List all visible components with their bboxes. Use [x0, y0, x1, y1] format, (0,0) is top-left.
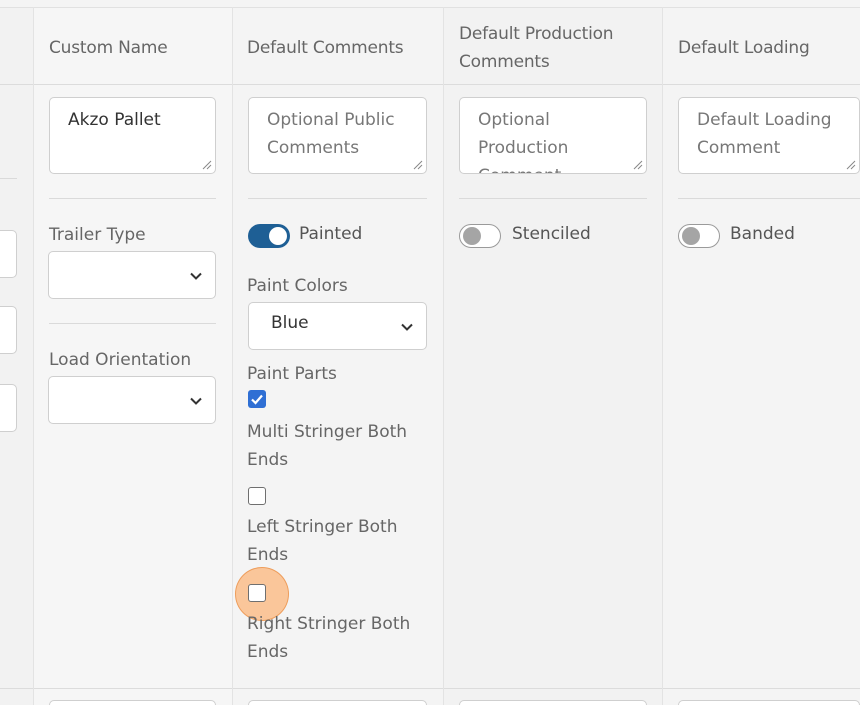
resize-handle-icon[interactable] [413, 160, 423, 170]
header-custom-name: Custom Name [49, 38, 168, 58]
load-orientation-label: Load Orientation [49, 350, 192, 370]
painted-label: Painted [299, 224, 363, 244]
separator [678, 198, 860, 199]
right-stringer-label: Right Stringer Both Ends [247, 614, 411, 662]
resize-handle-icon[interactable] [202, 160, 212, 170]
trailer-type-select[interactable] [48, 251, 216, 299]
paint-parts-label: Paint Parts [247, 364, 337, 384]
chevron-down-icon [190, 272, 202, 280]
left-stringer-checkbox[interactable] [248, 487, 266, 505]
custom-name-input[interactable]: Akzo Pallet [49, 97, 216, 174]
multi-stringer-checkbox[interactable] [248, 390, 266, 408]
column-divider [33, 7, 34, 705]
multi-stringer-label: Multi Stringer Both Ends [247, 422, 408, 470]
header-default-loading: Default Loading [678, 38, 810, 58]
next-row-field[interactable] [459, 700, 647, 705]
right-stringer-checkbox[interactable] [248, 584, 266, 602]
production-comments-input[interactable]: Optional Production Comment... [459, 97, 647, 174]
resize-handle-icon[interactable] [846, 160, 856, 170]
paint-colors-value: Blue [271, 313, 309, 333]
table-top-border [0, 7, 860, 8]
column-divider [232, 7, 233, 705]
left-column-field[interactable] [0, 230, 17, 278]
separator [248, 198, 427, 199]
checkmark-icon [251, 394, 263, 405]
next-row-field[interactable] [678, 700, 860, 705]
stenciled-label: Stenciled [512, 224, 591, 244]
public-comments-placeholder: Optional Public Comments [267, 110, 395, 158]
left-stringer-label: Left Stringer Both Ends [247, 517, 398, 565]
loading-comment-placeholder: Default Loading Comment [697, 110, 832, 158]
toggle-knob [682, 227, 700, 245]
paint-colors-select[interactable]: Blue [248, 302, 427, 350]
row-bottom-border [0, 688, 860, 689]
header-default-production-comments: Default Production Comments [459, 24, 614, 72]
custom-name-value: Akzo Pallet [68, 110, 161, 130]
painted-toggle[interactable] [248, 224, 290, 248]
public-comments-input[interactable]: Optional Public Comments [248, 97, 427, 174]
trailer-type-label: Trailer Type [49, 225, 146, 245]
column-divider [662, 7, 663, 705]
separator [49, 323, 216, 324]
separator [49, 198, 216, 199]
paint-colors-label: Paint Colors [247, 276, 348, 296]
chevron-down-icon [190, 397, 202, 405]
column-bg-left [0, 8, 33, 705]
left-column-field[interactable] [0, 306, 17, 354]
load-orientation-select[interactable] [48, 376, 216, 424]
product-config-table: Custom Name Default Comments Default Pro… [0, 0, 860, 705]
header-default-comments: Default Comments [247, 38, 404, 58]
banded-toggle[interactable] [678, 224, 720, 248]
banded-label: Banded [730, 224, 795, 244]
chevron-down-icon [401, 323, 413, 331]
production-comments-placeholder: Optional Production Comment... [478, 110, 578, 173]
column-divider [443, 7, 444, 705]
separator [0, 178, 17, 179]
toggle-knob [269, 227, 287, 245]
loading-comment-input[interactable]: Default Loading Comment [678, 97, 860, 174]
next-row-field[interactable] [248, 700, 427, 705]
left-column-field[interactable] [0, 384, 17, 432]
stenciled-toggle[interactable] [459, 224, 501, 248]
toggle-knob [463, 227, 481, 245]
header-bottom-border [0, 84, 860, 85]
separator [459, 198, 647, 199]
next-row-field[interactable] [49, 700, 216, 705]
resize-handle-icon[interactable] [633, 160, 643, 170]
